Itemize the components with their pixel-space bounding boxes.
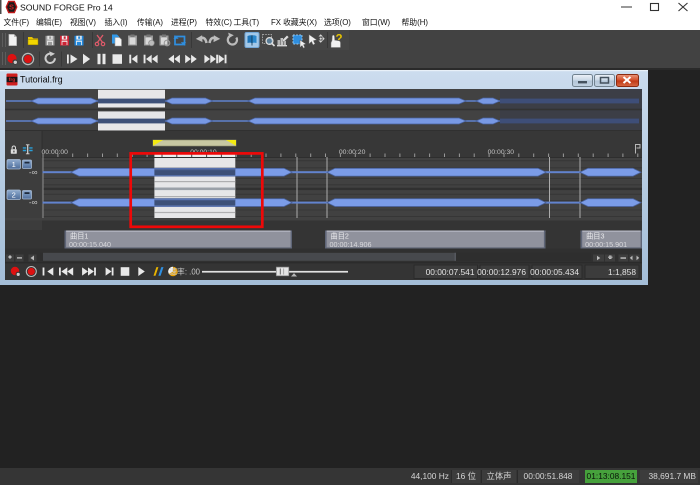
- svg-text:00:00:30: 00:00:30: [488, 149, 515, 156]
- svg-text:2: 2: [12, 191, 16, 200]
- svg-text:00:00:07.541: 00:00:07.541: [426, 267, 475, 277]
- svg-text:-∞: -∞: [29, 167, 38, 177]
- svg-text:00:00:15.901: 00:00:15.901: [585, 240, 627, 249]
- svg-text:曲目3: 曲目3: [586, 231, 604, 240]
- svg-text:00:00:20: 00:00:20: [339, 149, 366, 156]
- svg-text:-∞: -∞: [29, 197, 38, 207]
- svg-text:00:00:12.976: 00:00:12.976: [477, 267, 526, 277]
- svg-text:Tutorial.frg: Tutorial.frg: [20, 75, 63, 85]
- svg-text:S: S: [9, 3, 14, 12]
- svg-text:曲目1: 曲目1: [70, 231, 88, 240]
- svg-text:00:00:00: 00:00:00: [42, 149, 69, 156]
- svg-text:SOUND FORGE Pro 14: SOUND FORGE Pro 14: [20, 2, 113, 12]
- svg-text:1: 1: [12, 160, 16, 169]
- svg-text:1:1,858: 1:1,858: [608, 267, 636, 277]
- svg-text:速率: .00: 速率: .00: [169, 266, 200, 276]
- svg-text:00:00:14.906: 00:00:14.906: [330, 240, 372, 249]
- svg-text:frg: frg: [9, 77, 15, 83]
- svg-text:曲目2: 曲目2: [331, 231, 349, 240]
- svg-text:00:00:05.434: 00:00:05.434: [530, 267, 579, 277]
- svg-text:00:00:15.040: 00:00:15.040: [69, 240, 111, 249]
